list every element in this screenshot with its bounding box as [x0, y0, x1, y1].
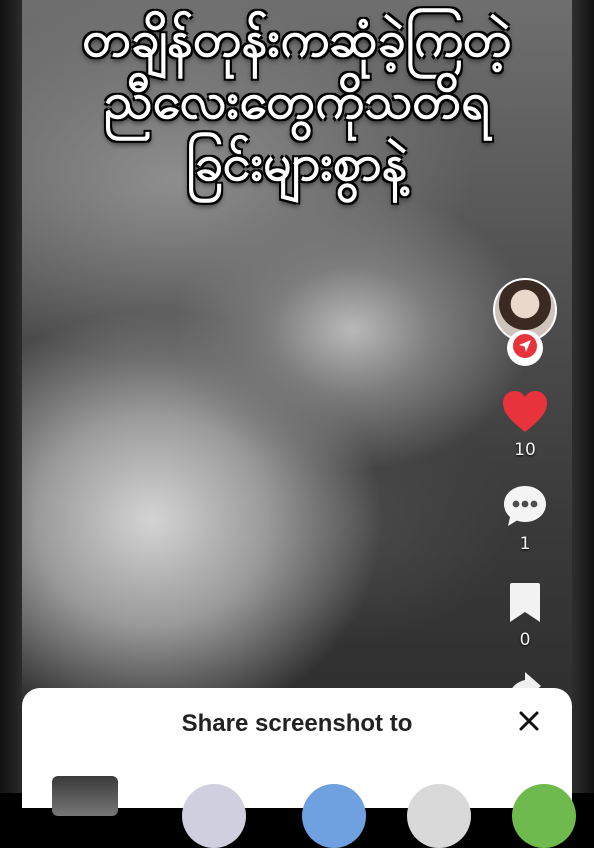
caption-line-1: တချိန်တုန်းကဆုံခဲ့ကြတဲ့ — [82, 10, 512, 68]
close-button[interactable] — [514, 708, 544, 738]
like-button[interactable]: 10 — [490, 390, 560, 460]
share-target-1[interactable] — [182, 784, 246, 848]
share-sheet: Share screenshot to — [22, 688, 576, 848]
caption-line-2: ညီလေးတွေကိုသတိရ — [104, 72, 490, 130]
bookmark-button[interactable]: 0 — [490, 582, 560, 650]
heart-icon — [501, 391, 549, 438]
caption-line-3: ခြင်းများစွာနဲ့ — [186, 134, 408, 192]
comment-button[interactable]: 1 — [490, 484, 560, 554]
screenshot-thumbnail[interactable] — [52, 776, 118, 816]
share-target-4[interactable] — [512, 784, 576, 848]
share-target-2[interactable] — [302, 784, 366, 848]
comment-count: 1 — [519, 534, 531, 554]
bookmark-count: 0 — [519, 630, 531, 650]
close-icon — [518, 710, 540, 736]
share-target-3[interactable] — [407, 784, 471, 848]
like-count: 10 — [514, 440, 536, 460]
send-icon — [512, 333, 538, 363]
share-sheet-title: Share screenshot to — [181, 710, 413, 737]
bookmark-icon — [507, 583, 543, 628]
comment-bubble-icon — [502, 486, 548, 532]
follow-button[interactable] — [507, 330, 543, 366]
caption-overlay: တချိန်တုန်းကဆုံခဲ့ကြတဲ့ ညီလေးတွေကိုသတိရ … — [0, 8, 594, 194]
